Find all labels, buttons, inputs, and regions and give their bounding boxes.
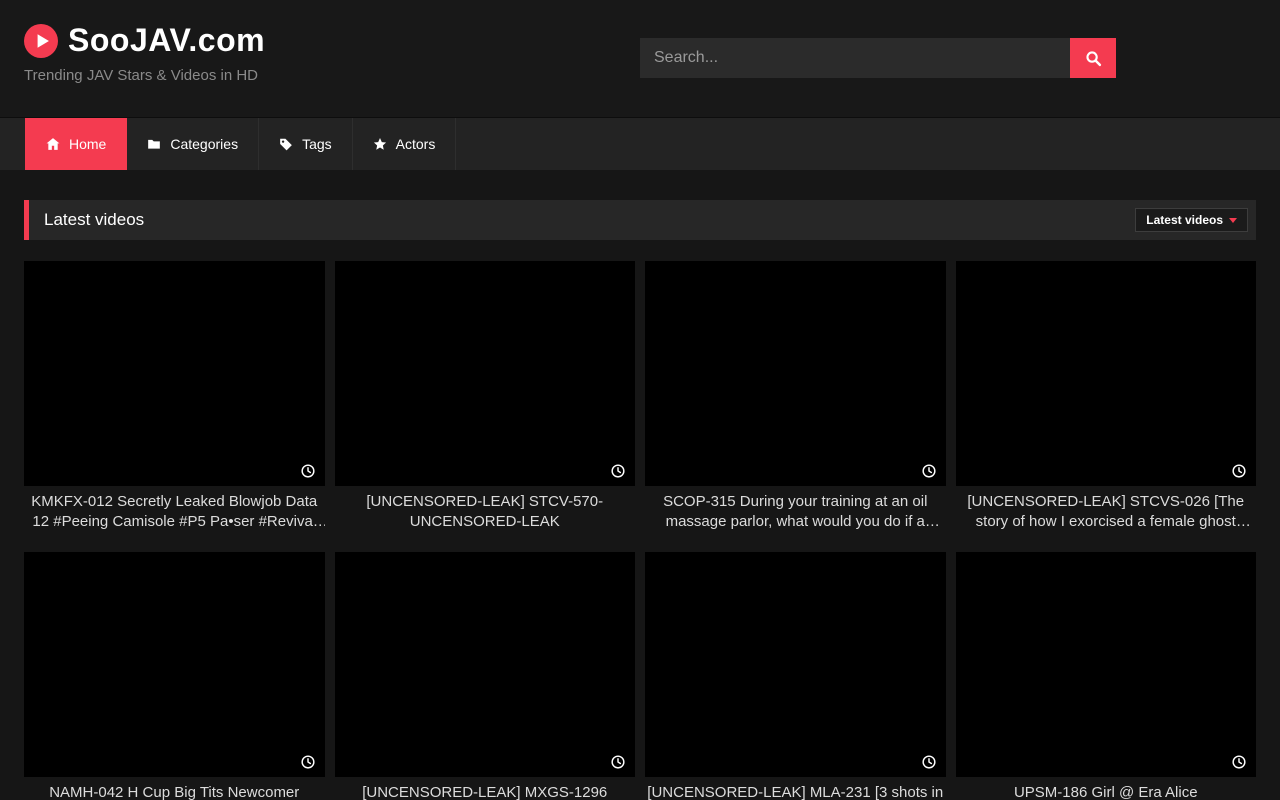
video-title[interactable]: NAMH-042 H Cup Big Tits Newcomer (170cm … bbox=[24, 783, 325, 800]
nav-item-tags[interactable]: Tags bbox=[259, 118, 353, 170]
video-thumbnail[interactable] bbox=[335, 552, 636, 777]
clock-icon bbox=[611, 755, 625, 769]
nav-item-home[interactable]: Home bbox=[25, 118, 127, 170]
play-circle-icon bbox=[24, 24, 58, 58]
nav-label: Actors bbox=[396, 136, 436, 152]
video-title[interactable]: SCOP-315 During your training at an oil … bbox=[645, 492, 946, 532]
clock-icon bbox=[1232, 464, 1246, 478]
video-thumbnail[interactable] bbox=[335, 261, 636, 486]
video-card[interactable]: [UNCENSORED-LEAK] MLA-231 [3 shots in bbox=[645, 552, 946, 800]
video-title[interactable]: UPSM-186 Girl @ Era Alice bbox=[956, 783, 1257, 800]
video-card[interactable]: [UNCENSORED-LEAK] STCVS-026 [The story o… bbox=[956, 261, 1257, 532]
video-thumbnail[interactable] bbox=[645, 261, 946, 486]
video-title[interactable]: [UNCENSORED-LEAK] MLA-231 [3 shots in bbox=[645, 783, 946, 800]
search-form bbox=[640, 38, 1116, 78]
section-header: Latest videos Latest videos bbox=[24, 200, 1256, 240]
video-card[interactable]: SCOP-315 During your training at an oil … bbox=[645, 261, 946, 532]
video-grid: KMKFX-012 Secretly Leaked Blowjob Data 1… bbox=[24, 261, 1256, 800]
search-button[interactable] bbox=[1070, 38, 1116, 78]
star-icon bbox=[373, 137, 387, 151]
tag-icon bbox=[279, 137, 293, 151]
brand: SooJAV.com Trending JAV Stars & Videos i… bbox=[24, 22, 265, 84]
site-header: SooJAV.com Trending JAV Stars & Videos i… bbox=[0, 0, 1280, 117]
video-card[interactable]: [UNCENSORED-LEAK] STCV-570-UNCENSORED-LE… bbox=[335, 261, 636, 532]
chevron-down-icon bbox=[1229, 218, 1237, 223]
logo-link[interactable]: SooJAV.com bbox=[24, 22, 265, 59]
section-title: Latest videos bbox=[44, 210, 144, 230]
clock-icon bbox=[301, 464, 315, 478]
clock-icon bbox=[922, 755, 936, 769]
main-nav: Home Categories Tags Actors bbox=[0, 117, 1280, 170]
video-thumbnail[interactable] bbox=[24, 552, 325, 777]
sort-dropdown-label: Latest videos bbox=[1146, 213, 1223, 227]
video-card[interactable]: [UNCENSORED-LEAK] MXGS-1296 Absolutely bbox=[335, 552, 636, 800]
video-card[interactable]: KMKFX-012 Secretly Leaked Blowjob Data 1… bbox=[24, 261, 325, 532]
video-card[interactable]: UPSM-186 Girl @ Era Alice bbox=[956, 552, 1257, 800]
video-thumbnail[interactable] bbox=[956, 552, 1257, 777]
clock-icon bbox=[922, 464, 936, 478]
search-input[interactable] bbox=[640, 38, 1070, 78]
site-title[interactable]: SooJAV.com bbox=[68, 22, 265, 59]
nav-label: Tags bbox=[302, 136, 332, 152]
video-card[interactable]: NAMH-042 H Cup Big Tits Newcomer (170cm … bbox=[24, 552, 325, 800]
nav-label: Categories bbox=[170, 136, 238, 152]
clock-icon bbox=[301, 755, 315, 769]
video-title[interactable]: KMKFX-012 Secretly Leaked Blowjob Data 1… bbox=[24, 492, 325, 532]
video-title[interactable]: [UNCENSORED-LEAK] MXGS-1296 Absolutely bbox=[335, 783, 636, 800]
video-thumbnail[interactable] bbox=[24, 261, 325, 486]
home-icon bbox=[46, 137, 60, 151]
sort-dropdown-button[interactable]: Latest videos bbox=[1135, 208, 1248, 232]
folder-icon bbox=[147, 137, 161, 151]
search-icon bbox=[1085, 50, 1102, 67]
video-thumbnail[interactable] bbox=[645, 552, 946, 777]
nav-item-actors[interactable]: Actors bbox=[353, 118, 457, 170]
nav-item-categories[interactable]: Categories bbox=[127, 118, 259, 170]
video-title[interactable]: [UNCENSORED-LEAK] STCV-570-UNCENSORED-LE… bbox=[335, 492, 636, 532]
clock-icon bbox=[611, 464, 625, 478]
video-title[interactable]: [UNCENSORED-LEAK] STCVS-026 [The story o… bbox=[956, 492, 1257, 532]
main-content: Latest videos Latest videos KMKFX-012 Se… bbox=[0, 200, 1280, 800]
clock-icon bbox=[1232, 755, 1246, 769]
nav-label: Home bbox=[69, 136, 106, 152]
site-tagline: Trending JAV Stars & Videos in HD bbox=[24, 67, 265, 84]
video-thumbnail[interactable] bbox=[956, 261, 1257, 486]
